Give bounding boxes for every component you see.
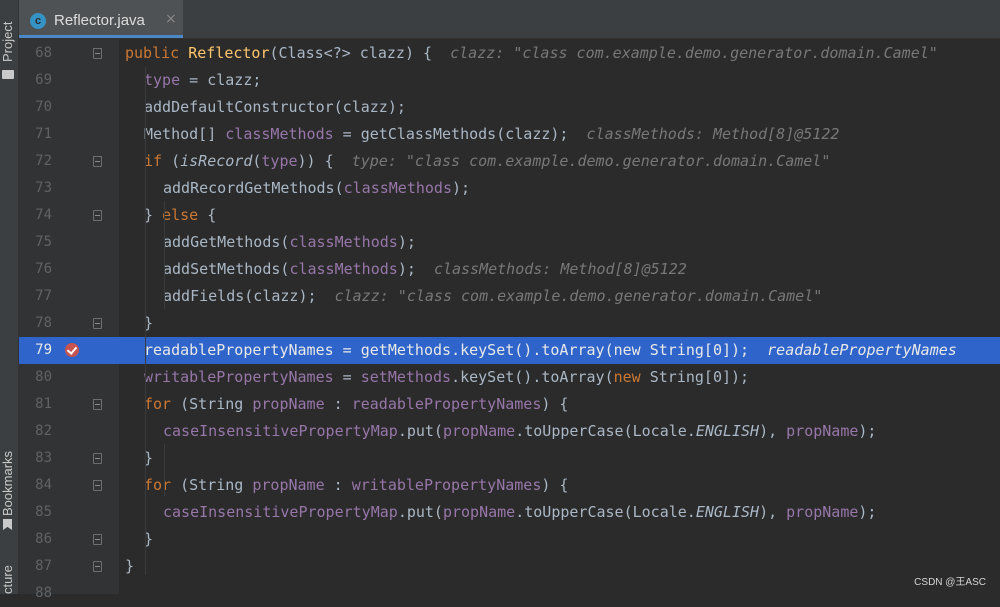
java-class-icon: c xyxy=(30,13,46,29)
code-line[interactable]: 75 addGetMethods(classMethods); xyxy=(19,229,1000,256)
code-text: for (String propName : readablePropertyN… xyxy=(144,395,569,413)
code-text: caseInsensitivePropertyMap.put(propName.… xyxy=(163,503,877,521)
bookmarks-tool-button[interactable]: Bookmarks xyxy=(0,436,18,516)
code-line[interactable]: 84 for (String propName : writablePropert… xyxy=(19,472,1000,499)
line-number[interactable]: 69 xyxy=(19,67,52,94)
line-number[interactable]: 85 xyxy=(19,499,52,526)
code-line[interactable]: 83} xyxy=(19,445,1000,472)
code-line[interactable]: 70 addDefaultConstructor(clazz); xyxy=(19,94,1000,121)
code-text: } else { xyxy=(144,206,217,224)
code-text: if (isRecord(type)) { type: "class com.e… xyxy=(144,152,831,170)
line-number[interactable]: 83 xyxy=(19,445,52,472)
project-tool-button[interactable]: Project xyxy=(0,10,18,62)
code-text: type = clazz; xyxy=(144,71,262,89)
code-line[interactable]: 79 readablePropertyNames = getMethods.key… xyxy=(19,337,1000,364)
code-text: public Reflector(Class<?> clazz) { clazz… xyxy=(125,44,938,62)
code-line[interactable]: 71 Method[] classMethods = getClassMethod… xyxy=(19,121,1000,148)
code-line[interactable]: 82 caseInsensitivePropertyMap.put(propNam… xyxy=(19,418,1000,445)
line-number[interactable]: 74 xyxy=(19,202,52,229)
tool-window-strip: Project Bookmarks cture xyxy=(0,0,19,594)
line-number[interactable]: 84 xyxy=(19,472,52,499)
line-number[interactable]: 72 xyxy=(19,148,52,175)
code-text: Method[] classMethods = getClassMethods(… xyxy=(144,125,840,143)
line-number[interactable]: 81 xyxy=(19,391,52,418)
code-text: readablePropertyNames = getMethods.keySe… xyxy=(144,341,957,359)
line-number[interactable]: 86 xyxy=(19,526,52,553)
code-line[interactable]: 86} xyxy=(19,526,1000,553)
breakpoint-icon[interactable] xyxy=(65,343,79,357)
fold-expand-icon[interactable] xyxy=(93,399,102,410)
inline-debug-value: readablePropertyNames xyxy=(767,341,957,359)
code-line[interactable]: 73 addRecordGetMethods(classMethods); xyxy=(19,175,1000,202)
line-number[interactable]: 82 xyxy=(19,418,52,445)
code-text: writablePropertyNames = setMethods.keySe… xyxy=(144,368,750,386)
fold-expand-icon[interactable] xyxy=(93,156,102,167)
code-text: } xyxy=(125,557,135,575)
structure-tool-button[interactable]: cture xyxy=(0,556,18,594)
code-line[interactable]: 69 type = clazz; xyxy=(19,67,1000,94)
indent-guide xyxy=(164,201,165,309)
code-text: addSetMethods(classMethods); classMethod… xyxy=(163,260,687,278)
code-text: for (String propName : writablePropertyN… xyxy=(144,476,569,494)
line-number[interactable]: 75 xyxy=(19,229,52,256)
fold-collapse-icon[interactable] xyxy=(93,534,102,545)
code-line[interactable]: 85 caseInsensitivePropertyMap.put(propNam… xyxy=(19,499,1000,526)
code-line[interactable]: 81 for (String propName : readablePropert… xyxy=(19,391,1000,418)
fold-collapse-icon[interactable] xyxy=(93,561,102,572)
fold-collapse-icon[interactable] xyxy=(93,210,102,221)
code-line[interactable]: 76 addSetMethods(classMethods); classMeth… xyxy=(19,256,1000,283)
indent-guide xyxy=(145,67,146,575)
fold-collapse-icon[interactable] xyxy=(93,318,102,329)
editor-tab-bar: c Reflector.java × xyxy=(19,0,1000,39)
tab-title: Reflector.java xyxy=(54,12,145,29)
inline-debug-value: clazz: "class com.example.demo.generator… xyxy=(450,44,938,62)
line-number[interactable]: 76 xyxy=(19,256,52,283)
indent-guide xyxy=(164,444,165,496)
code-line[interactable]: 78} xyxy=(19,310,1000,337)
bookmark-icon[interactable] xyxy=(3,519,12,530)
fold-expand-icon[interactable] xyxy=(93,48,102,59)
line-number[interactable]: 77 xyxy=(19,283,52,310)
line-number[interactable]: 73 xyxy=(19,175,52,202)
watermark: CSDN @王ASC xyxy=(914,577,986,588)
line-number[interactable]: 71 xyxy=(19,121,52,148)
folder-icon[interactable] xyxy=(2,70,14,79)
code-line[interactable]: 72 if (isRecord(type)) { type: "class com… xyxy=(19,148,1000,175)
inline-debug-value: classMethods: Method[8]@5122 xyxy=(586,125,840,143)
line-number[interactable]: 68 xyxy=(19,40,52,67)
tab-reflector-java[interactable]: c Reflector.java × xyxy=(19,0,183,38)
fold-expand-icon[interactable] xyxy=(93,480,102,491)
line-number[interactable]: 80 xyxy=(19,364,52,391)
code-text: addRecordGetMethods(classMethods); xyxy=(163,179,471,197)
code-text: addGetMethods(classMethods); xyxy=(163,233,416,251)
code-text: caseInsensitivePropertyMap.put(propName.… xyxy=(163,422,877,440)
code-text: addFields(clazz); clazz: "class com.exam… xyxy=(163,287,823,305)
code-line[interactable]: 80 writablePropertyNames = setMethods.key… xyxy=(19,364,1000,391)
code-line[interactable]: 87} xyxy=(19,553,1000,580)
close-icon[interactable]: × xyxy=(165,11,177,27)
line-number[interactable]: 87 xyxy=(19,553,52,580)
code-line[interactable]: 68 public Reflector(Class<?> clazz) { cla… xyxy=(19,40,1000,67)
inline-debug-value: type: "class com.example.demo.generator.… xyxy=(351,152,831,170)
code-line[interactable]: 77 addFields(clazz); clazz: "class com.ex… xyxy=(19,283,1000,310)
line-number[interactable]: 70 xyxy=(19,94,52,121)
code-text: addDefaultConstructor(clazz); xyxy=(144,98,406,116)
inline-debug-value: clazz: "class com.example.demo.generator… xyxy=(334,287,823,305)
code-line[interactable]: 74 } else { xyxy=(19,202,1000,229)
inline-debug-value: classMethods: Method[8]@5122 xyxy=(433,260,687,278)
line-number[interactable]: 79 xyxy=(19,337,52,364)
line-number[interactable]: 78 xyxy=(19,310,52,337)
code-editor[interactable]: 68 public Reflector(Class<?> clazz) { cla… xyxy=(19,39,1000,601)
fold-collapse-icon[interactable] xyxy=(93,453,102,464)
